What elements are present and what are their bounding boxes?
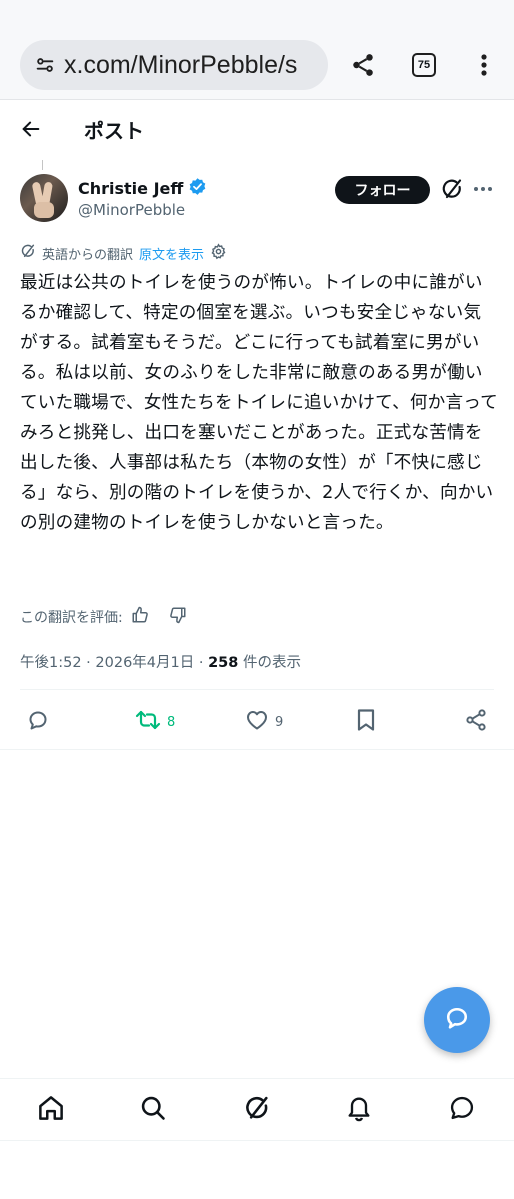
grok-icon[interactable] [440,177,464,201]
page-title: ポスト [84,119,144,143]
more-vertical-icon[interactable] [463,44,505,86]
meta-separator: · [86,655,91,671]
post-date[interactable]: 2026年4月1日 [95,655,194,671]
heart-icon [245,708,269,736]
author-handle[interactable]: @MinorPebble [78,201,185,219]
page-header: ポスト [0,100,514,158]
like-button[interactable]: 9 [245,705,283,739]
views-count: 258 [208,655,239,671]
reply-button[interactable] [26,705,50,739]
avatar[interactable] [20,174,68,222]
rate-translation-label: この翻訳を評価: [20,610,123,626]
display-name-text: Christie Jeff [78,179,184,198]
retweet-count: 8 [167,714,176,730]
url-text[interactable]: x.com/MinorPebble/s [64,51,297,80]
settings-gear-icon[interactable] [210,242,227,264]
translated-from-label: 英語からの翻訳 [42,247,134,263]
bottom-navigation [0,1078,514,1140]
address-bar[interactable]: x.com/MinorPebble/s [20,40,328,90]
share-icon [464,708,488,736]
meta-separator: · [198,655,204,671]
thumbs-up-icon[interactable] [131,606,149,628]
home-icon[interactable] [34,1091,68,1125]
like-count: 9 [275,714,284,730]
verified-badge-icon [188,177,207,200]
thread-line [42,160,43,170]
share-button[interactable] [464,705,488,739]
divider [0,749,514,750]
rate-translation-row: この翻訳を評価: [20,606,187,628]
translation-bar: 英語からの翻訳 原文を表示 [20,242,227,264]
divider [20,689,494,690]
post-body-text: 最近は公共のトイレを使うのが怖い。トイレの中に誰がいるか確認して、特定の個室を選… [20,273,498,533]
grok-icon[interactable] [240,1091,274,1125]
back-arrow-icon[interactable] [14,112,48,146]
compose-reply-button[interactable] [424,987,490,1053]
follow-button[interactable]: フォロー [335,176,430,204]
post-actions: 8 9 [0,705,514,739]
bookmark-button[interactable] [355,705,377,739]
post-time[interactable]: 午後1:52 [20,655,82,671]
thumbs-down-icon[interactable] [169,606,187,628]
more-horizontal-icon[interactable] [471,177,495,201]
post-meta: 午後1:52 · 2026年4月1日 · 258 件の表示 [20,651,301,672]
author-name[interactable]: Christie Jeff [78,177,207,200]
reply-icon [26,708,50,736]
bookmark-icon [355,708,377,736]
retweet-button[interactable]: 8 [135,705,175,739]
show-original-link[interactable]: 原文を表示 [139,244,204,263]
tune-icon[interactable] [20,40,70,90]
share-icon[interactable] [342,44,384,86]
divider [0,1140,514,1141]
chat-bubble-icon [443,1004,471,1036]
tab-count: 75 [412,53,436,77]
retweet-icon [135,708,161,736]
views-label: 件の表示 [242,655,301,671]
tab-switcher-button[interactable]: 75 [403,44,445,86]
messages-icon[interactable] [445,1091,479,1125]
bell-icon[interactable] [342,1091,376,1125]
browser-toolbar: x.com/MinorPebble/s 75 [0,0,514,100]
search-icon[interactable] [136,1091,170,1125]
grok-icon [20,243,36,263]
